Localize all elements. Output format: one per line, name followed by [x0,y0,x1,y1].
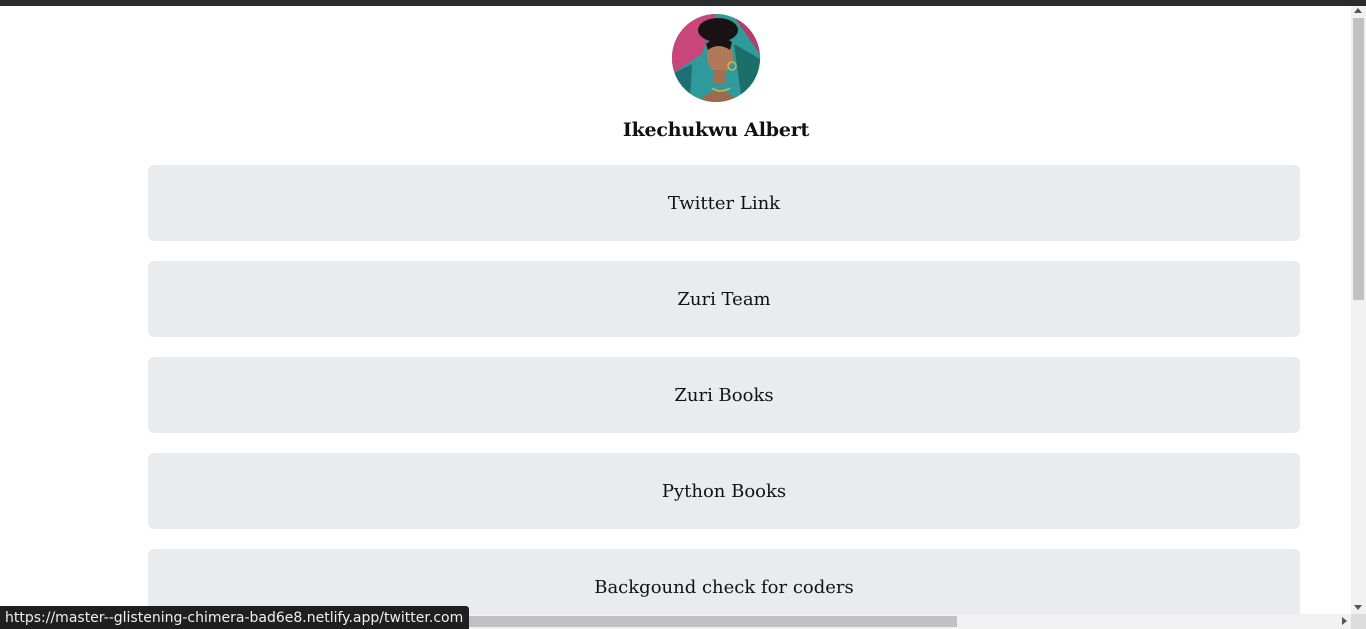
twitter-link-button[interactable]: Twitter Link [148,165,1300,241]
vertical-scroll-thumb[interactable] [1353,18,1364,300]
scroll-right-arrow-icon[interactable] [1342,617,1347,625]
python-books-button[interactable]: Python Books [148,453,1300,529]
page-viewport: Ikechukwu Albert Twitter Link Zuri Team … [0,6,1351,614]
avatar [672,14,760,102]
horizontal-scroll-thumb[interactable] [440,616,957,627]
scroll-up-arrow-icon[interactable] [1354,8,1362,13]
link-list: Twitter Link Zuri Team Zuri Books Python… [148,165,1300,614]
zuri-books-button[interactable]: Zuri Books [148,357,1300,433]
background-check-button[interactable]: Backgound check for coders [148,549,1300,614]
profile-photo-icon [672,14,760,102]
profile-name: Ikechukwu Albert [622,119,810,141]
link-status-url: https://master--glistening-chimera-bad6e… [0,606,470,629]
vertical-scrollbar[interactable] [1351,6,1366,614]
scrollbar-corner [1351,614,1366,629]
scroll-down-arrow-icon[interactable] [1354,605,1362,610]
zuri-team-button[interactable]: Zuri Team [148,261,1300,337]
